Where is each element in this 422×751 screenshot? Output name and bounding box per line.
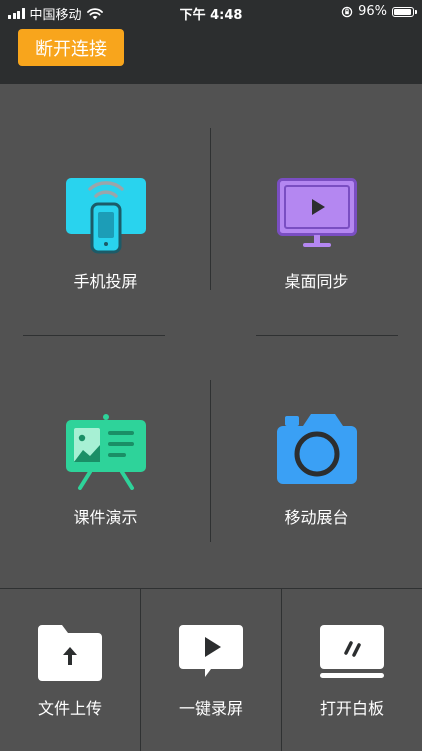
grid-divider-horizontal-left bbox=[23, 335, 165, 336]
status-bar: 中国移动 下午 4:48 96% bbox=[0, 0, 422, 24]
camera-icon bbox=[276, 414, 357, 484]
tile-phone-cast[interactable]: 手机投屏 bbox=[0, 178, 211, 292]
tile-desktop-sync[interactable]: 桌面同步 bbox=[211, 178, 422, 292]
tile-label: 课件演示 bbox=[73, 508, 138, 527]
whiteboard-icon bbox=[320, 625, 384, 678]
open-whiteboard-button[interactable]: 打开白板 bbox=[282, 589, 422, 751]
desktop-sync-icon bbox=[276, 178, 357, 247]
bottom-action-label: 打开白板 bbox=[319, 699, 384, 718]
screen-record-icon bbox=[179, 625, 243, 677]
bottom-action-bar: 文件上传 一键录屏 打开白板 bbox=[0, 588, 422, 751]
bottom-action-label: 一键录屏 bbox=[178, 699, 243, 718]
tile-mobile-booth[interactable]: 移动展台 bbox=[211, 414, 422, 528]
tile-presentation[interactable]: 课件演示 bbox=[0, 414, 211, 528]
phone-cast-icon bbox=[65, 178, 146, 254]
disconnect-button[interactable]: 断开连接 bbox=[18, 29, 124, 66]
feature-grid: 手机投屏 桌面同步 课件演示 移动展台 bbox=[0, 84, 422, 588]
battery-percent: 96% bbox=[358, 4, 387, 19]
presentation-board-icon bbox=[65, 414, 146, 490]
header: 中国移动 下午 4:48 96% 断开连接 bbox=[0, 0, 422, 84]
folder-upload-icon bbox=[38, 625, 102, 681]
file-upload-button[interactable]: 文件上传 bbox=[0, 589, 140, 751]
orientation-lock-icon bbox=[341, 6, 353, 17]
tile-label: 桌面同步 bbox=[284, 272, 349, 291]
grid-divider-horizontal-right bbox=[256, 335, 398, 336]
bottom-action-label: 文件上传 bbox=[37, 699, 102, 718]
tile-label: 移动展台 bbox=[284, 508, 349, 527]
screen-record-button[interactable]: 一键录屏 bbox=[141, 589, 281, 751]
tile-label: 手机投屏 bbox=[73, 272, 138, 291]
battery-icon bbox=[392, 6, 417, 17]
